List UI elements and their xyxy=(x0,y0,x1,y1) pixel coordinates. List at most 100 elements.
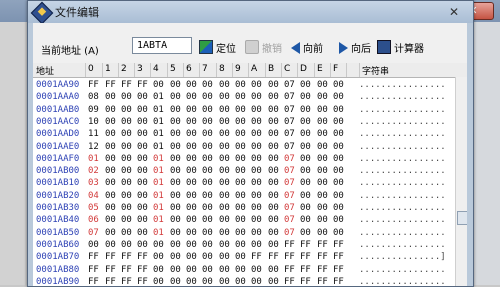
byte-cell[interactable]: 07 xyxy=(284,227,299,239)
byte-cell[interactable]: 00 xyxy=(170,79,185,91)
byte-cell[interactable]: 00 xyxy=(202,276,217,286)
byte-cell[interactable]: 07 xyxy=(88,227,103,239)
byte-cell[interactable]: 00 xyxy=(235,104,250,116)
byte-cell[interactable]: 00 xyxy=(235,128,250,140)
byte-cell[interactable]: 00 xyxy=(202,128,217,140)
byte-cell[interactable]: 00 xyxy=(219,177,234,189)
byte-cell[interactable]: 00 xyxy=(251,177,266,189)
byte-cell[interactable]: 01 xyxy=(153,165,168,177)
byte-cell[interactable]: 00 xyxy=(170,202,185,214)
byte-cell[interactable]: 00 xyxy=(105,91,120,103)
byte-cell[interactable]: FF xyxy=(88,264,103,276)
byte-cell[interactable]: 00 xyxy=(121,91,136,103)
byte-cell[interactable]: 07 xyxy=(284,128,299,140)
byte-cell[interactable]: 00 xyxy=(105,214,120,226)
byte-cell[interactable]: 00 xyxy=(333,165,348,177)
forward-button[interactable]: 向后 xyxy=(339,40,371,56)
byte-cell[interactable]: 00 xyxy=(186,116,201,128)
byte-cell[interactable]: 00 xyxy=(186,91,201,103)
byte-cell[interactable]: 00 xyxy=(186,79,201,91)
byte-cell[interactable]: 00 xyxy=(170,116,185,128)
byte-cell[interactable]: 00 xyxy=(137,177,152,189)
byte-cell[interactable]: 00 xyxy=(137,116,152,128)
byte-cell[interactable]: 00 xyxy=(170,214,185,226)
dialog-close-button[interactable]: ✕ xyxy=(443,4,465,20)
byte-cell[interactable]: 00 xyxy=(251,239,266,251)
byte-cell[interactable]: 01 xyxy=(153,177,168,189)
byte-cell[interactable]: 00 xyxy=(170,177,185,189)
byte-cell[interactable]: 00 xyxy=(235,153,250,165)
byte-cell[interactable]: 00 xyxy=(317,227,332,239)
byte-cell[interactable]: 01 xyxy=(153,190,168,202)
byte-cell[interactable]: FF xyxy=(317,239,332,251)
byte-cell[interactable]: 00 xyxy=(170,104,185,116)
byte-cell[interactable]: 00 xyxy=(186,190,201,202)
byte-cell[interactable]: 00 xyxy=(317,116,332,128)
byte-cell[interactable]: 00 xyxy=(137,141,152,153)
byte-cell[interactable]: 00 xyxy=(121,214,136,226)
byte-cell[interactable]: 00 xyxy=(317,165,332,177)
byte-cell[interactable]: 00 xyxy=(170,276,185,286)
byte-cell[interactable]: 00 xyxy=(186,153,201,165)
byte-cell[interactable]: 00 xyxy=(137,104,152,116)
byte-cell[interactable]: 01 xyxy=(153,91,168,103)
byte-cell[interactable]: 00 xyxy=(186,141,201,153)
byte-cell[interactable]: 00 xyxy=(333,214,348,226)
byte-cell[interactable]: 00 xyxy=(317,79,332,91)
byte-cell[interactable]: FF xyxy=(317,264,332,276)
byte-cell[interactable]: 00 xyxy=(170,91,185,103)
byte-cell[interactable]: 00 xyxy=(317,141,332,153)
byte-cell[interactable]: FF xyxy=(137,251,152,263)
byte-cell[interactable]: 00 xyxy=(219,91,234,103)
byte-cell[interactable]: 07 xyxy=(284,141,299,153)
byte-cell[interactable]: 00 xyxy=(121,239,136,251)
byte-cell[interactable]: FF xyxy=(317,251,332,263)
byte-cell[interactable]: FF xyxy=(105,276,120,286)
byte-cell[interactable]: 00 xyxy=(105,165,120,177)
table-row[interactable]: 0001AA90 FF FF FF FF 00 00 00 00 00 00 00 00 07 00 00 00… xyxy=(33,79,463,91)
byte-cell[interactable]: 00 xyxy=(219,79,234,91)
byte-cell[interactable]: 00 xyxy=(251,214,266,226)
byte-cell[interactable]: 00 xyxy=(333,190,348,202)
byte-cell[interactable]: FF xyxy=(137,79,152,91)
table-row[interactable]: 0001AB20 04 00 00 00 01 00 00 00 00 00 00 00 07 00 00 00… xyxy=(33,190,463,202)
byte-cell[interactable]: 00 xyxy=(251,227,266,239)
byte-cell[interactable]: 00 xyxy=(251,264,266,276)
byte-cell[interactable]: 00 xyxy=(251,104,266,116)
byte-cell[interactable]: 00 xyxy=(202,239,217,251)
byte-cell[interactable]: 00 xyxy=(202,104,217,116)
table-row[interactable]: 0001AAF0 01 00 00 00 01 00 00 00 00 00 00 00 07 00 00 00… xyxy=(33,153,463,165)
byte-cell[interactable]: 00 xyxy=(170,153,185,165)
byte-cell[interactable]: 07 xyxy=(284,79,299,91)
table-row[interactable]: 0001AAA0 08 00 00 00 01 00 00 00 00 00 00 00 07 00 00 00… xyxy=(33,91,463,103)
byte-cell[interactable]: 00 xyxy=(300,165,315,177)
byte-cell[interactable]: 00 xyxy=(317,177,332,189)
byte-cell[interactable]: 00 xyxy=(153,264,168,276)
byte-cell[interactable]: 07 xyxy=(284,116,299,128)
byte-cell[interactable]: FF xyxy=(317,276,332,286)
byte-cell[interactable]: 11 xyxy=(88,128,103,140)
byte-cell[interactable]: 00 xyxy=(137,153,152,165)
byte-cell[interactable]: FF xyxy=(333,276,348,286)
byte-cell[interactable]: 00 xyxy=(235,251,250,263)
byte-cell[interactable]: 00 xyxy=(153,239,168,251)
byte-cell[interactable]: 00 xyxy=(235,177,250,189)
byte-cell[interactable]: 00 xyxy=(219,276,234,286)
byte-cell[interactable]: 00 xyxy=(219,251,234,263)
table-row[interactable]: 0001AB70 FF FF FF FF 00 00 00 00 00 00 FF FF FF FF FF FF… xyxy=(33,251,463,263)
byte-cell[interactable]: 00 xyxy=(186,276,201,286)
byte-cell[interactable]: 01 xyxy=(88,153,103,165)
byte-cell[interactable]: 01 xyxy=(153,141,168,153)
byte-cell[interactable]: 00 xyxy=(137,227,152,239)
byte-cell[interactable]: 02 xyxy=(88,165,103,177)
byte-cell[interactable]: 00 xyxy=(219,141,234,153)
byte-cell[interactable]: 00 xyxy=(251,91,266,103)
locate-button[interactable]: 定位 xyxy=(199,40,236,56)
byte-cell[interactable]: 00 xyxy=(235,239,250,251)
byte-cell[interactable]: 00 xyxy=(268,202,283,214)
byte-cell[interactable]: 00 xyxy=(186,264,201,276)
byte-cell[interactable]: 00 xyxy=(202,79,217,91)
table-row[interactable]: 0001AB40 06 00 00 00 01 00 00 00 00 00 00 00 07 00 00 00… xyxy=(33,214,463,226)
byte-cell[interactable]: 09 xyxy=(88,104,103,116)
vertical-scrollbar[interactable] xyxy=(455,77,467,286)
